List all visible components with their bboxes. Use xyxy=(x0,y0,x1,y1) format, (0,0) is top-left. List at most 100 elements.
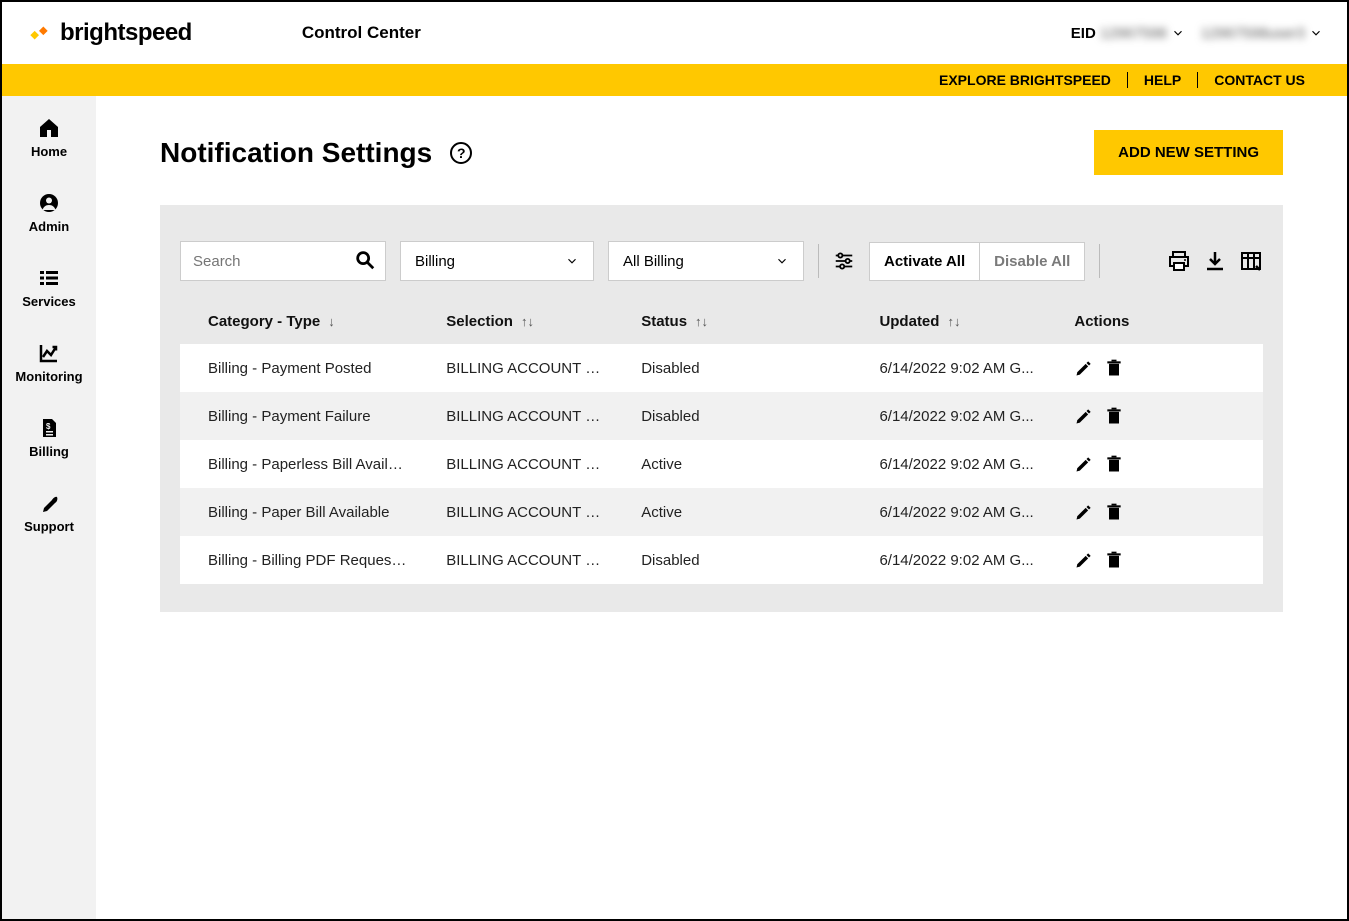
help-icon[interactable]: ? xyxy=(450,142,472,164)
sidebar-item-label: Services xyxy=(22,294,76,309)
sidebar-item-label: Admin xyxy=(29,219,69,234)
sidebar: Home Admin Services Monitoring $ Billing… xyxy=(2,96,96,919)
cell-updated: 6/14/2022 9:02 AM G... xyxy=(851,392,1046,440)
header: brightspeed Control Center EID 12967598 … xyxy=(2,2,1347,64)
sort-both-icon: ↑↓ xyxy=(947,314,960,329)
nav-contact[interactable]: CONTACT US xyxy=(1197,72,1321,88)
cell-updated: 6/14/2022 9:02 AM G... xyxy=(851,344,1046,392)
cell-status: Active xyxy=(613,440,851,488)
cell-actions xyxy=(1046,392,1263,440)
type-select-value: All Billing xyxy=(623,253,684,270)
edit-icon[interactable] xyxy=(1074,454,1094,474)
svg-text:$: $ xyxy=(46,422,51,431)
admin-icon xyxy=(37,191,61,215)
table-row: Billing - Paper Bill AvailableBILLING AC… xyxy=(180,488,1263,536)
col-selection[interactable]: Selection↑↓ xyxy=(418,299,613,344)
cell-category-type: Billing - Payment Posted xyxy=(180,344,418,392)
chevron-down-icon xyxy=(1309,26,1323,40)
cell-category-type: Billing - Payment Failure xyxy=(180,392,418,440)
sidebar-item-admin[interactable]: Admin xyxy=(2,185,96,240)
delete-icon[interactable] xyxy=(1104,454,1124,474)
col-status[interactable]: Status↑↓ xyxy=(613,299,851,344)
category-select-value: Billing xyxy=(415,253,455,270)
col-category-type[interactable]: Category - Type↓ xyxy=(180,299,418,344)
table-row: Billing - Billing PDF Request A...BILLIN… xyxy=(180,536,1263,584)
filters-icon[interactable] xyxy=(833,250,855,272)
chevron-down-icon xyxy=(1171,26,1185,40)
settings-panel: Billing All Billing Activate All xyxy=(160,205,1283,612)
sidebar-item-label: Home xyxy=(31,144,67,159)
chevron-down-icon xyxy=(565,254,579,268)
sidebar-item-label: Billing xyxy=(29,444,69,459)
col-updated[interactable]: Updated↑↓ xyxy=(851,299,1046,344)
cell-updated: 6/14/2022 9:02 AM G... xyxy=(851,440,1046,488)
toolbar: Billing All Billing Activate All xyxy=(180,241,1263,281)
cell-category-type: Billing - Paper Bill Available xyxy=(180,488,418,536)
sidebar-item-label: Support xyxy=(24,519,74,534)
cell-selection: BILLING ACCOUNT N... xyxy=(418,488,613,536)
sidebar-item-home[interactable]: Home xyxy=(2,110,96,165)
divider xyxy=(818,244,819,278)
cell-status: Active xyxy=(613,488,851,536)
eid-value: 12967598 xyxy=(1100,25,1167,42)
sort-both-icon: ↑↓ xyxy=(695,314,708,329)
delete-icon[interactable] xyxy=(1104,502,1124,522)
sidebar-item-billing[interactable]: $ Billing xyxy=(2,410,96,465)
cell-status: Disabled xyxy=(613,536,851,584)
monitoring-icon xyxy=(37,341,61,365)
delete-icon[interactable] xyxy=(1104,358,1124,378)
print-icon[interactable] xyxy=(1167,249,1191,273)
main-content: Notification Settings ? ADD NEW SETTING … xyxy=(96,96,1347,919)
edit-icon[interactable] xyxy=(1074,550,1094,570)
sidebar-item-label: Monitoring xyxy=(15,369,82,384)
cell-status: Disabled xyxy=(613,392,851,440)
sidebar-item-monitoring[interactable]: Monitoring xyxy=(2,335,96,390)
home-icon xyxy=(37,116,61,140)
app-title: Control Center xyxy=(302,23,421,43)
columns-icon[interactable] xyxy=(1239,249,1263,273)
sort-down-icon: ↓ xyxy=(328,314,335,329)
delete-icon[interactable] xyxy=(1104,406,1124,426)
sort-both-icon: ↑↓ xyxy=(521,314,534,329)
top-nav-bar: EXPLORE BRIGHTSPEED HELP CONTACT US xyxy=(2,64,1347,96)
cell-selection: BILLING ACCOUNT N... xyxy=(418,344,613,392)
category-select[interactable]: Billing xyxy=(400,241,594,281)
divider xyxy=(1099,244,1100,278)
page-title: Notification Settings xyxy=(160,137,432,169)
cell-updated: 6/14/2022 9:02 AM G... xyxy=(851,488,1046,536)
search-icon[interactable] xyxy=(354,249,376,271)
page-head: Notification Settings ? ADD NEW SETTING xyxy=(160,130,1283,175)
table-row: Billing - Paperless Bill AvailableBILLIN… xyxy=(180,440,1263,488)
table-row: Billing - Payment FailureBILLING ACCOUNT… xyxy=(180,392,1263,440)
eid-label: EID xyxy=(1071,25,1096,42)
cell-actions xyxy=(1046,488,1263,536)
activate-all-button[interactable]: Activate All xyxy=(870,243,979,280)
settings-table: Category - Type↓ Selection↑↓ Status↑↓ Up… xyxy=(180,299,1263,584)
support-icon xyxy=(37,491,61,515)
edit-icon[interactable] xyxy=(1074,358,1094,378)
nav-explore[interactable]: EXPLORE BRIGHTSPEED xyxy=(923,72,1127,88)
table-row: Billing - Payment PostedBILLING ACCOUNT … xyxy=(180,344,1263,392)
chevron-down-icon xyxy=(775,254,789,268)
type-select[interactable]: All Billing xyxy=(608,241,804,281)
user-dropdown[interactable]: 12967598user3 xyxy=(1201,25,1323,42)
cell-actions xyxy=(1046,344,1263,392)
eid-dropdown[interactable]: EID 12967598 xyxy=(1071,25,1185,42)
sidebar-item-services[interactable]: Services xyxy=(2,260,96,315)
delete-icon[interactable] xyxy=(1104,550,1124,570)
disable-all-button[interactable]: Disable All xyxy=(980,243,1084,280)
download-icon[interactable] xyxy=(1203,249,1227,273)
edit-icon[interactable] xyxy=(1074,502,1094,522)
add-new-setting-button[interactable]: ADD NEW SETTING xyxy=(1094,130,1283,175)
cell-selection: BILLING ACCOUNT N... xyxy=(418,392,613,440)
nav-help[interactable]: HELP xyxy=(1127,72,1197,88)
edit-icon[interactable] xyxy=(1074,406,1094,426)
activate-disable-group: Activate All Disable All xyxy=(869,242,1085,281)
sidebar-item-support[interactable]: Support xyxy=(2,485,96,540)
brand-text: brightspeed xyxy=(60,19,192,47)
col-actions: Actions xyxy=(1046,299,1263,344)
cell-status: Disabled xyxy=(613,344,851,392)
services-icon xyxy=(37,266,61,290)
cell-selection: BILLING ACCOUNT N... xyxy=(418,440,613,488)
brand[interactable]: brightspeed xyxy=(26,19,192,47)
